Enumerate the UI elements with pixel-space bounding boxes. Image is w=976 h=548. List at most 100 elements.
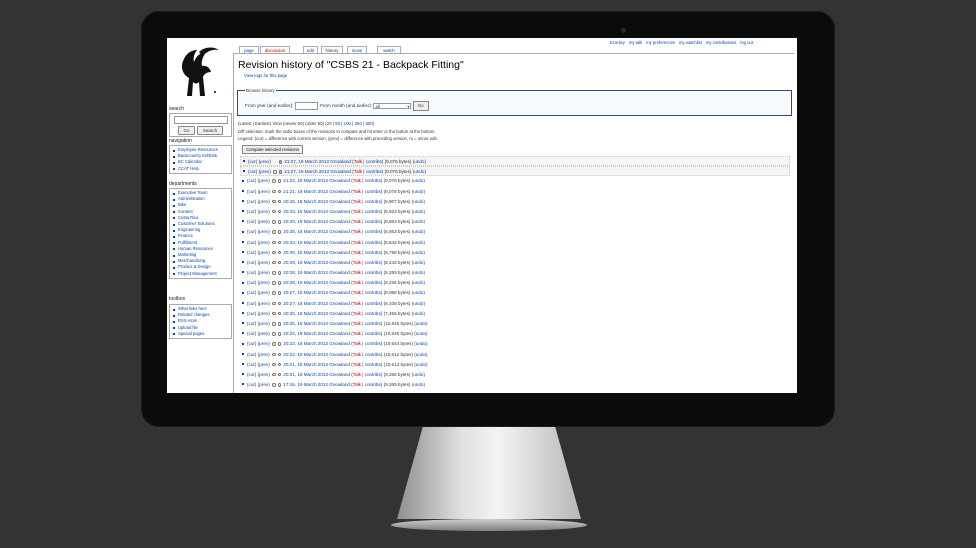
contribs-link[interactable]: contribs [365, 178, 381, 183]
prev-link[interactable]: prev [259, 189, 268, 194]
toolbox-item[interactable]: Special pages [173, 331, 231, 337]
revision-timestamp-link[interactable]: 20:24, 19 March 2013 [283, 331, 328, 336]
talk-link[interactable]: Talk [353, 209, 361, 214]
talk-link[interactable]: Talk [353, 270, 361, 275]
diff-radio-old[interactable] [272, 352, 276, 357]
prev-link[interactable]: prev [259, 219, 268, 224]
contribs-link[interactable]: contribs [365, 301, 381, 306]
undo-link[interactable]: undo [413, 240, 423, 245]
diff-radio-new[interactable] [277, 322, 282, 326]
talk-link[interactable]: Talk [353, 260, 361, 265]
user-link[interactable]: Gnowland [329, 280, 350, 285]
contribs-link[interactable]: contribs [365, 240, 381, 245]
prev-link[interactable]: prev [259, 260, 268, 265]
undo-link[interactable]: undo [416, 362, 426, 367]
contribs-link[interactable]: contribs [365, 229, 381, 234]
revision-timestamp-link[interactable]: 20:21, 19 March 2013 [283, 372, 328, 377]
undo-link[interactable]: undo [416, 321, 426, 326]
contribs-link[interactable]: contribs [365, 382, 381, 387]
prev-link[interactable]: prev [259, 382, 268, 387]
talk-link[interactable]: Talk [353, 290, 361, 295]
user-link[interactable]: Gnowland [329, 382, 350, 387]
diff-radio-old[interactable] [272, 362, 276, 367]
diff-radio-old[interactable] [272, 342, 276, 346]
prev-link[interactable]: prev [259, 301, 268, 306]
diff-radio-old[interactable] [272, 199, 276, 204]
talk-link[interactable]: Talk [353, 301, 361, 306]
diff-radio-old[interactable] [272, 383, 276, 387]
diff-radio-old[interactable] [272, 281, 276, 285]
diff-radio-old[interactable] [272, 291, 276, 295]
user-link[interactable]: Gnowland [329, 250, 350, 255]
diff-radio-new[interactable] [277, 311, 282, 316]
user-link[interactable]: Gnowland [329, 178, 350, 183]
talk-link[interactable]: Talk [353, 331, 361, 336]
contribs-link[interactable]: contribs [365, 372, 381, 377]
diff-radio-old[interactable] [272, 301, 276, 306]
user-link[interactable]: Gnowland [329, 372, 350, 377]
undo-link[interactable]: undo [413, 372, 423, 377]
talk-link[interactable]: Talk [353, 382, 361, 387]
revision-timestamp-link[interactable]: 20:30, 19 March 2013 [283, 250, 328, 255]
revision-timestamp-link[interactable]: 21:27, 19 March 2013 [284, 169, 329, 174]
user-link[interactable]: Gnowland [329, 290, 350, 295]
undo-link[interactable]: undo [416, 352, 426, 357]
go-button[interactable]: Go [178, 126, 195, 135]
diff-radio-new[interactable] [277, 250, 282, 255]
undo-link[interactable]: undo [413, 209, 423, 214]
search-input[interactable] [174, 116, 228, 124]
talk-link[interactable]: Talk [353, 311, 361, 316]
diff-radio-new[interactable] [277, 271, 282, 275]
prev-link[interactable]: prev [259, 199, 268, 204]
diff-radio-new[interactable] [278, 170, 283, 174]
diff-radio-new[interactable] [277, 209, 282, 214]
contribs-link[interactable]: contribs [365, 290, 381, 295]
contribs-link[interactable]: contribs [365, 260, 381, 265]
contribs-link[interactable]: contribs [365, 219, 381, 224]
revision-timestamp-link[interactable]: 21:27, 19 March 2013 [284, 159, 329, 164]
revision-timestamp-link[interactable]: 20:25, 19 March 2013 [283, 321, 328, 326]
undo-link[interactable]: undo [416, 341, 426, 346]
talk-link[interactable]: Talk [353, 229, 361, 234]
talk-link[interactable]: Talk [354, 159, 362, 164]
diff-radio-new[interactable] [277, 199, 282, 204]
user-link[interactable]: Gnowland [329, 341, 350, 346]
undo-link[interactable]: undo [413, 219, 423, 224]
contribs-link[interactable]: contribs [365, 352, 381, 357]
revision-timestamp-link[interactable]: 20:33, 19 March 2013 [283, 240, 328, 245]
diff-radio-old[interactable] [272, 230, 276, 234]
diff-radio-new[interactable] [277, 240, 282, 245]
undo-link[interactable]: undo [413, 270, 423, 275]
contribs-link[interactable]: contribs [366, 169, 382, 174]
talk-link[interactable]: Talk [353, 219, 361, 224]
undo-link[interactable]: undo [413, 250, 423, 255]
talk-link[interactable]: Talk [353, 178, 361, 183]
revision-timestamp-link[interactable]: 20:45, 19 March 2013 [283, 199, 328, 204]
diff-radio-old[interactable] [273, 170, 277, 174]
personal-link[interactable]: my watchlist [679, 40, 702, 45]
personal-link[interactable]: my contributions [706, 40, 737, 45]
contribs-link[interactable]: contribs [366, 159, 382, 164]
diff-radio-old[interactable] [272, 240, 276, 245]
prev-link[interactable]: prev [259, 290, 268, 295]
diff-radio-new[interactable] [277, 281, 282, 285]
undo-link[interactable]: undo [413, 311, 423, 316]
contribs-link[interactable]: contribs [365, 341, 381, 346]
contribs-link[interactable]: contribs [365, 250, 381, 255]
revision-timestamp-link[interactable]: 20:28, 19 March 2013 [283, 270, 328, 275]
diff-radio-new[interactable] [277, 301, 282, 306]
diff-radio-old[interactable] [272, 260, 276, 265]
contribs-link[interactable]: contribs [365, 321, 381, 326]
search-button[interactable]: Search [197, 126, 223, 135]
user-link[interactable]: Gnowland [329, 229, 350, 234]
view-logs-link[interactable]: View logs for this page [244, 73, 287, 78]
user-link[interactable]: Gnowland [330, 159, 351, 164]
user-link[interactable]: Gnowland [329, 270, 350, 275]
prev-link[interactable]: prev [259, 209, 268, 214]
revision-timestamp-link[interactable]: 20:43, 19 March 2013 [283, 209, 328, 214]
prev-link[interactable]: prev [259, 311, 268, 316]
user-link[interactable]: Gnowland [330, 169, 351, 174]
user-link[interactable]: Gnowland [329, 219, 350, 224]
diff-radio-old[interactable] [272, 250, 276, 255]
undo-link[interactable]: undo [414, 169, 424, 174]
